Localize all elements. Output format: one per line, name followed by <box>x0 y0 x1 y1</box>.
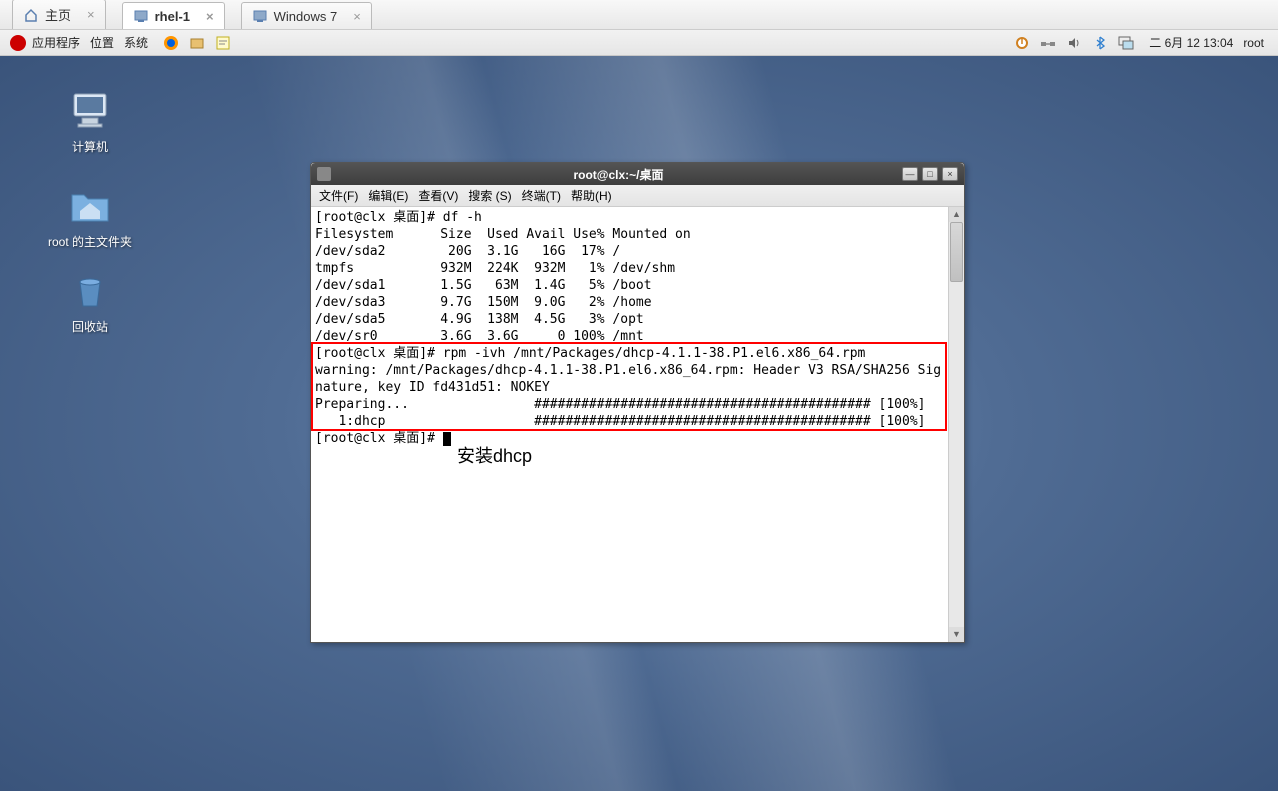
desktop-icon-home[interactable]: root 的主文件夹 <box>40 181 140 250</box>
scroll-down-icon[interactable]: ▼ <box>949 627 964 642</box>
computer-icon <box>66 86 114 134</box>
desktop: 计算机 root 的主文件夹 回收站 root@clx:~/桌面 — □ × 文… <box>0 56 1278 791</box>
vm-rhel-icon <box>133 8 149 24</box>
vm-win-icon <box>252 8 268 24</box>
vm-tab-win[interactable]: Windows 7 × <box>241 2 372 29</box>
menu-file[interactable]: 文件(F) <box>319 187 358 204</box>
terminal-appicon <box>317 167 331 181</box>
gnome-panel: 应用程序 位置 系统 二 6月 12 13:04 root <box>0 30 1278 56</box>
redhat-icon[interactable] <box>10 35 26 51</box>
vm-tabs: 主页 × rhel-1 × Windows 7 × <box>0 0 1278 30</box>
close-icon[interactable]: × <box>206 9 214 24</box>
menu-terminal[interactable]: 终端(T) <box>522 187 561 204</box>
menu-search[interactable]: 搜索 (S) <box>468 187 511 204</box>
term-line: Filesystem Size Used Avail Use% Mounted … <box>315 227 691 242</box>
volume-icon[interactable] <box>1065 35 1083 51</box>
terminal-titlebar[interactable]: root@clx:~/桌面 — □ × <box>311 163 964 185</box>
terminal-body[interactable]: [root@clx 桌面]# df -h Filesystem Size Use… <box>311 207 964 642</box>
user-menu[interactable]: root <box>1243 36 1264 50</box>
desktop-label: 回收站 <box>40 318 140 335</box>
trash-icon <box>66 266 114 314</box>
close-icon[interactable]: × <box>353 9 361 24</box>
home-icon <box>23 7 39 23</box>
home-folder-icon <box>66 181 114 229</box>
vm-tab-label: rhel-1 <box>155 9 190 24</box>
terminal-cursor <box>443 432 451 446</box>
menu-view[interactable]: 查看(V) <box>418 187 458 204</box>
update-icon[interactable] <box>1013 35 1031 51</box>
firefox-icon[interactable] <box>162 34 180 52</box>
close-button[interactable]: × <box>942 167 958 181</box>
term-line: [root@clx 桌面]# df -h <box>315 210 482 225</box>
desktop-label: 计算机 <box>40 138 140 155</box>
menu-help[interactable]: 帮助(H) <box>571 187 612 204</box>
display-icon[interactable] <box>1117 35 1135 51</box>
network-icon[interactable] <box>1039 35 1057 51</box>
close-icon[interactable]: × <box>87 7 95 22</box>
menu-system[interactable]: 系统 <box>124 34 148 51</box>
panel-right: 二 6月 12 13:04 root <box>1009 34 1268 51</box>
term-line: /dev/sda3 9.7G 150M 9.0G 2% /home <box>315 295 652 310</box>
terminal-title: root@clx:~/桌面 <box>335 166 902 183</box>
vm-tab-rhel[interactable]: rhel-1 × <box>122 2 225 29</box>
vm-tab-label: 主页 <box>45 5 71 24</box>
desktop-icon-computer[interactable]: 计算机 <box>40 86 140 155</box>
annotation-text: 安装dhcp <box>457 442 532 468</box>
bluetooth-icon[interactable] <box>1091 35 1109 51</box>
menu-applications[interactable]: 应用程序 <box>32 34 80 51</box>
term-line: [root@clx 桌面]# <box>315 431 443 446</box>
desktop-icon-trash[interactable]: 回收站 <box>40 266 140 335</box>
term-line: tmpfs 932M 224K 932M 1% /dev/shm <box>315 261 675 276</box>
terminal-menubar: 文件(F) 编辑(E) 查看(V) 搜索 (S) 终端(T) 帮助(H) <box>311 185 964 207</box>
desktop-label: root 的主文件夹 <box>40 233 140 250</box>
clock[interactable]: 二 6月 12 13:04 <box>1149 34 1233 51</box>
term-line: /dev/sda2 20G 3.1G 16G 17% / <box>315 244 620 259</box>
terminal-window: root@clx:~/桌面 — □ × 文件(F) 编辑(E) 查看(V) 搜索… <box>310 162 965 643</box>
term-line: /dev/sda1 1.5G 63M 1.4G 5% /boot <box>315 278 652 293</box>
vm-tab-label: Windows 7 <box>274 9 338 24</box>
menu-edit[interactable]: 编辑(E) <box>368 187 408 204</box>
annotation-highlight <box>311 342 947 431</box>
terminal-scrollbar[interactable]: ▲ ▼ <box>948 207 964 642</box>
menu-places[interactable]: 位置 <box>90 34 114 51</box>
minimize-button[interactable]: — <box>902 167 918 181</box>
file-manager-icon[interactable] <box>188 34 206 52</box>
vm-tab-home[interactable]: 主页 × <box>12 0 106 29</box>
text-editor-icon[interactable] <box>214 34 232 52</box>
term-line: /dev/sda5 4.9G 138M 4.5G 3% /opt <box>315 312 644 327</box>
scroll-up-icon[interactable]: ▲ <box>949 207 964 222</box>
maximize-button[interactable]: □ <box>922 167 938 181</box>
scroll-thumb[interactable] <box>950 222 963 282</box>
panel-left: 应用程序 位置 系统 <box>0 34 236 52</box>
